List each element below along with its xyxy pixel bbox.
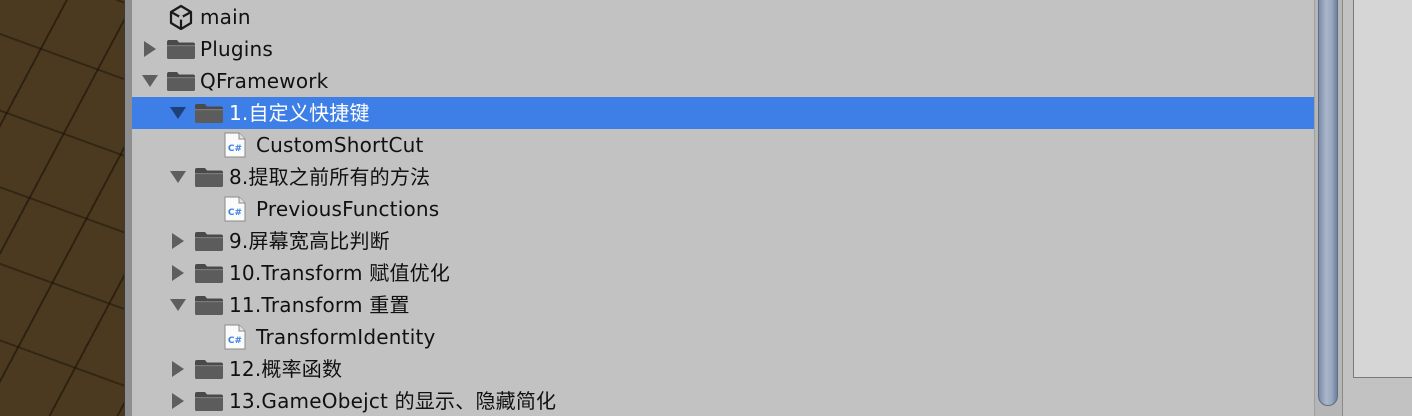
tree-row-label: TransformIdentity	[256, 325, 436, 349]
tree-row-folder[interactable]: 13.GameObejct 的显示、隐藏简化	[132, 385, 1314, 416]
folder-icon	[194, 102, 224, 124]
svg-text:C#: C#	[228, 208, 242, 218]
tree-row-label: CustomShortCut	[256, 133, 424, 157]
tree-row-folder[interactable]: 8.提取之前所有的方法	[132, 161, 1314, 193]
collapsed-arrow-icon[interactable]	[170, 353, 186, 385]
svg-text:C#: C#	[228, 144, 242, 154]
tree-row-label: QFramework	[200, 69, 329, 93]
unity-project-window: main Plugins QFramework 1.自定义快捷键 C# CustomSho…	[0, 0, 1412, 416]
tree-row-script[interactable]: C# TransformIdentity	[132, 321, 1314, 353]
project-tree: main Plugins QFramework 1.自定义快捷键 C# CustomSho…	[132, 0, 1314, 416]
tree-row-folder[interactable]: 1.自定义快捷键	[132, 97, 1314, 129]
folder-icon	[194, 262, 224, 284]
expanded-arrow-icon[interactable]	[170, 97, 186, 129]
triangle-right-icon	[144, 41, 156, 57]
csharp-script-icon: C#	[224, 132, 246, 158]
triangle-right-icon	[172, 361, 184, 377]
right-panel-inner	[1353, 0, 1412, 378]
tree-row-folder[interactable]: 10.Transform 赋值优化	[132, 257, 1314, 289]
tree-row-folder[interactable]: 9.屏幕宽高比判断	[132, 225, 1314, 257]
folder-icon	[194, 358, 224, 380]
tree-row-label: Plugins	[200, 37, 274, 61]
triangle-down-icon	[142, 75, 158, 87]
tree-row-scene[interactable]: main	[132, 1, 1314, 33]
collapsed-arrow-icon[interactable]	[170, 225, 186, 257]
collapsed-arrow-icon[interactable]	[170, 385, 186, 416]
tree-row-label: 1.自定义快捷键	[229, 101, 370, 125]
folder-icon	[194, 390, 224, 412]
tree-row-label: 13.GameObejct 的显示、隐藏简化	[229, 389, 557, 413]
svg-text:C#: C#	[228, 336, 242, 346]
tree-row-label: main	[200, 5, 251, 29]
collapsed-arrow-icon[interactable]	[142, 33, 158, 65]
triangle-down-icon	[170, 107, 186, 119]
tree-row-label: 12.概率函数	[229, 357, 343, 381]
tree-row-label: PreviousFunctions	[256, 197, 440, 221]
unity-scene-icon	[168, 4, 194, 31]
tree-row-folder[interactable]: 12.概率函数	[132, 353, 1314, 385]
tree-row-label: 10.Transform 赋值优化	[229, 261, 451, 285]
tree-row-script[interactable]: C# PreviousFunctions	[132, 193, 1314, 225]
tree-row-folder[interactable]: Plugins	[132, 33, 1314, 65]
triangle-right-icon	[172, 265, 184, 281]
triangle-right-icon	[172, 393, 184, 409]
triangle-down-icon	[170, 171, 186, 183]
triangle-right-icon	[172, 233, 184, 249]
right-panel	[1342, 0, 1412, 416]
folder-icon	[166, 70, 196, 92]
folder-icon	[194, 230, 224, 252]
folder-icon	[194, 166, 224, 188]
expanded-arrow-icon[interactable]	[170, 161, 186, 193]
scrollbar-thumb[interactable]	[1318, 0, 1338, 406]
vertical-scrollbar[interactable]	[1314, 0, 1342, 416]
scene-view-background	[0, 0, 124, 416]
tree-row-label: 9.屏幕宽高比判断	[229, 229, 390, 253]
panel-divider[interactable]	[124, 0, 132, 416]
csharp-script-icon: C#	[224, 196, 246, 222]
expanded-arrow-icon[interactable]	[142, 65, 158, 97]
triangle-down-icon	[170, 299, 186, 311]
tree-row-script[interactable]: C# CustomShortCut	[132, 129, 1314, 161]
folder-icon	[194, 294, 224, 316]
csharp-script-icon: C#	[224, 324, 246, 350]
tree-row-label: 8.提取之前所有的方法	[229, 165, 431, 189]
tree-row-folder[interactable]: 11.Transform 重置	[132, 289, 1314, 321]
tree-row-label: 11.Transform 重置	[229, 293, 410, 317]
folder-icon	[166, 38, 196, 60]
expanded-arrow-icon[interactable]	[170, 289, 186, 321]
collapsed-arrow-icon[interactable]	[170, 257, 186, 289]
tree-row-folder[interactable]: QFramework	[132, 65, 1314, 97]
